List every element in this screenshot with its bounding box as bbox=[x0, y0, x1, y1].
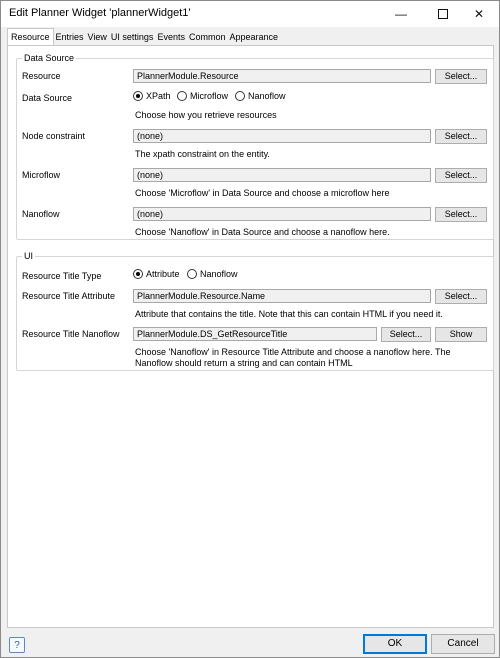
nanoflow-help: Choose 'Nanoflow' in Data Source and cho… bbox=[135, 227, 390, 237]
tab-common[interactable]: Common bbox=[187, 29, 228, 45]
data-source-group-title: Data Source bbox=[22, 53, 77, 63]
maximize-icon bbox=[438, 9, 448, 19]
cancel-button[interactable]: Cancel bbox=[431, 634, 495, 654]
microflow-label: Microflow bbox=[22, 170, 61, 180]
tab-strip: Resource Entries View UI settings Events… bbox=[7, 28, 280, 45]
resource-field[interactable]: PlannerModule.Resource bbox=[133, 69, 431, 83]
data-source-help: Choose how you retrieve resources bbox=[135, 110, 277, 120]
radio-nanoflow[interactable]: Nanoflow bbox=[235, 91, 286, 101]
radio-unselected-icon bbox=[187, 269, 197, 279]
microflow-help: Choose 'Microflow' in Data Source and ch… bbox=[135, 188, 390, 198]
tab-events[interactable]: Events bbox=[155, 29, 187, 45]
close-button[interactable]: ✕ bbox=[457, 1, 500, 27]
minimize-icon: — bbox=[395, 7, 407, 21]
resource-title-attribute-label: Resource Title Attribute bbox=[22, 291, 116, 301]
ok-button[interactable]: OK bbox=[363, 634, 427, 654]
window-title: Edit Planner Widget 'plannerWidget1' bbox=[9, 7, 191, 19]
resource-title-attribute-field[interactable]: PlannerModule.Resource.Name bbox=[133, 289, 431, 303]
nanoflow-select-button[interactable]: Select... bbox=[435, 207, 487, 222]
radio-unselected-icon bbox=[177, 91, 187, 101]
resource-title-nanoflow-field[interactable]: PlannerModule.DS_GetResourceTitle bbox=[133, 327, 377, 341]
tab-resource[interactable]: Resource bbox=[7, 28, 54, 45]
resource-title-attribute-help: Attribute that contains the title. Note … bbox=[135, 309, 443, 319]
resource-title-attribute-select-button[interactable]: Select... bbox=[435, 289, 487, 304]
microflow-field[interactable]: (none) bbox=[133, 168, 431, 182]
resource-label: Resource bbox=[22, 71, 61, 81]
radio-xpath[interactable]: XPath bbox=[133, 91, 171, 101]
node-constraint-field[interactable]: (none) bbox=[133, 129, 431, 143]
resource-title-nanoflow-select-button[interactable]: Select... bbox=[381, 327, 431, 342]
node-constraint-help: The xpath constraint on the entity. bbox=[135, 149, 270, 159]
nanoflow-label: Nanoflow bbox=[22, 209, 60, 219]
data-source-group: Data Source Resource PlannerModule.Resou… bbox=[16, 53, 494, 240]
radio-unselected-icon bbox=[235, 91, 245, 101]
close-icon: ✕ bbox=[473, 7, 485, 21]
radio-selected-icon bbox=[133, 269, 143, 279]
microflow-select-button[interactable]: Select... bbox=[435, 168, 487, 183]
radio-title-nanoflow[interactable]: Nanoflow bbox=[187, 269, 238, 279]
tab-appearance[interactable]: Appearance bbox=[227, 29, 280, 45]
resource-select-button[interactable]: Select... bbox=[435, 69, 487, 84]
dialog-window: Edit Planner Widget 'plannerWidget1' — ✕… bbox=[0, 0, 500, 658]
resource-title-nanoflow-show-button[interactable]: Show bbox=[435, 327, 487, 342]
help-icon[interactable]: ? bbox=[9, 637, 25, 653]
node-constraint-select-button[interactable]: Select... bbox=[435, 129, 487, 144]
tab-content-resource: Data Source Resource PlannerModule.Resou… bbox=[7, 45, 494, 628]
ui-group-title: UI bbox=[22, 251, 35, 261]
tab-ui-settings[interactable]: UI settings bbox=[109, 29, 156, 45]
node-constraint-label: Node constraint bbox=[22, 131, 86, 141]
tab-entries[interactable]: Entries bbox=[54, 29, 86, 45]
resource-title-nanoflow-label: Resource Title Nanoflow bbox=[22, 329, 120, 339]
radio-microflow[interactable]: Microflow bbox=[177, 91, 228, 101]
minimize-button[interactable]: — bbox=[379, 1, 423, 27]
radio-selected-icon bbox=[133, 91, 143, 101]
resource-title-nanoflow-help-line1: Choose 'Nanoflow' in Resource Title Attr… bbox=[135, 347, 451, 357]
radio-attribute[interactable]: Attribute bbox=[133, 269, 180, 279]
data-source-label: Data Source bbox=[22, 93, 73, 103]
ui-group: UI Resource Title Type Attribute Nanoflo… bbox=[16, 251, 494, 371]
resource-title-type-label: Resource Title Type bbox=[22, 271, 102, 281]
title-bar: Edit Planner Widget 'plannerWidget1' — ✕ bbox=[1, 1, 499, 27]
tab-view[interactable]: View bbox=[86, 29, 109, 45]
nanoflow-field[interactable]: (none) bbox=[133, 207, 431, 221]
resource-title-nanoflow-help-line2: Nanoflow should return a string and can … bbox=[135, 358, 353, 368]
